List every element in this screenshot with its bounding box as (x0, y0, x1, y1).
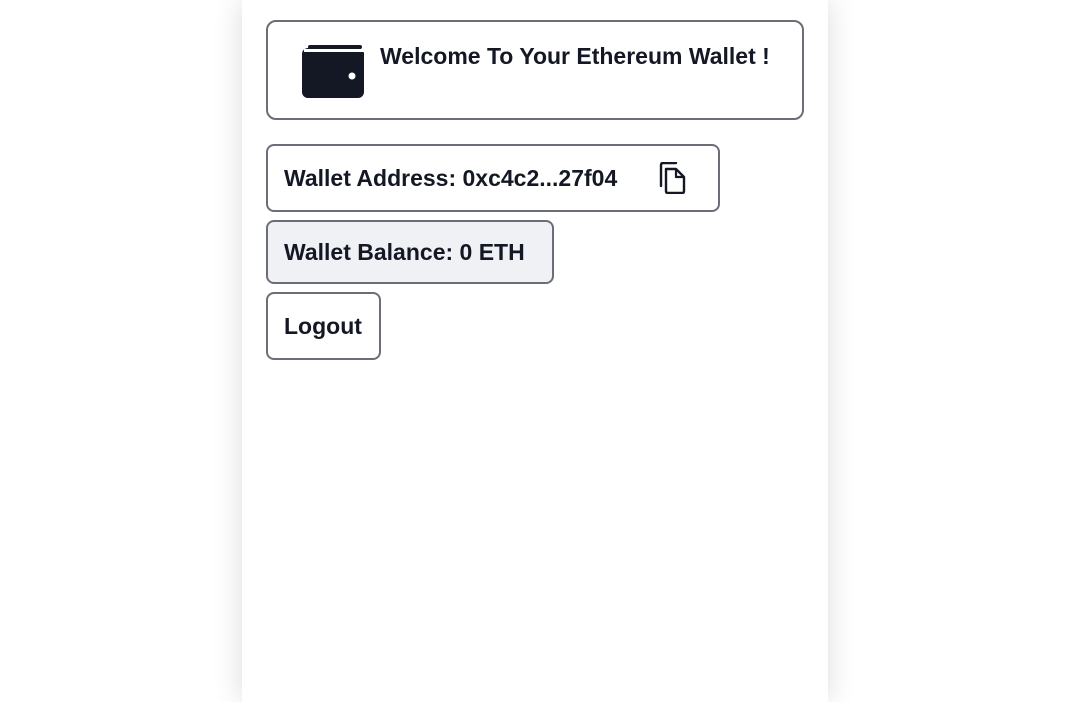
logout-label: Logout (284, 312, 362, 339)
wallet-balance-label: Wallet Balance: 0 ETH (284, 238, 525, 265)
wallet-balance-button[interactable]: Wallet Balance: 0 ETH (266, 220, 554, 284)
wallet-panel: Welcome To Your Ethereum Wallet ! Wallet… (242, 0, 828, 702)
wallet-icon (302, 45, 364, 98)
logout-button[interactable]: Logout (266, 292, 381, 360)
copy-icon[interactable] (658, 162, 686, 194)
page-title: Welcome To Your Ethereum Wallet ! (380, 43, 770, 69)
wallet-address-label: Wallet Address: 0xc4c2...27f04 (284, 164, 618, 191)
welcome-card: Welcome To Your Ethereum Wallet ! (266, 20, 804, 120)
wallet-address-button[interactable]: Wallet Address: 0xc4c2...27f04 (266, 144, 720, 212)
